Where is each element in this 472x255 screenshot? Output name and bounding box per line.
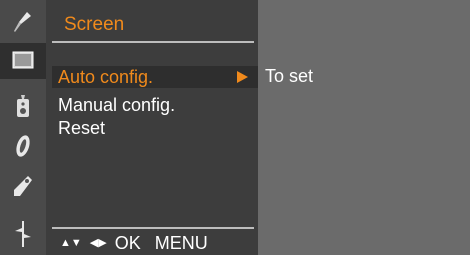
category-sidebar: [0, 0, 46, 255]
title-divider: [52, 41, 254, 43]
menu-item-reset[interactable]: Reset: [52, 117, 258, 139]
special-icon[interactable]: [0, 216, 46, 252]
menu-item-label: Auto config.: [58, 67, 154, 87]
ok-hint: OK: [114, 233, 141, 253]
menu-title: Screen: [64, 14, 125, 35]
menu-hint: MENU: [154, 233, 208, 253]
osd-window: Screen Auto config. Manual config. Reset…: [0, 0, 470, 255]
submenu-arrow-icon: [237, 71, 248, 83]
menu-item-auto-config[interactable]: Auto config.: [52, 66, 258, 88]
picture-icon[interactable]: [0, 4, 46, 40]
help-bar: ▲▼ ◀▶ OK MENU: [60, 231, 208, 255]
leftright-arrows-icon: ◀▶: [89, 237, 107, 249]
tag-icon[interactable]: [0, 168, 46, 204]
status-text: To set: [265, 66, 314, 86]
menu-item-manual-config[interactable]: Manual config.: [52, 94, 258, 116]
updown-arrows-icon: ▲▼: [60, 237, 82, 249]
option-icon[interactable]: [0, 128, 46, 164]
ezvideo-icon[interactable]: [0, 89, 46, 125]
menu-item-label: Reset: [58, 118, 106, 138]
screen-icon[interactable]: [0, 43, 46, 79]
menu-item-label: Manual config.: [58, 95, 176, 115]
help-divider: [52, 227, 254, 229]
